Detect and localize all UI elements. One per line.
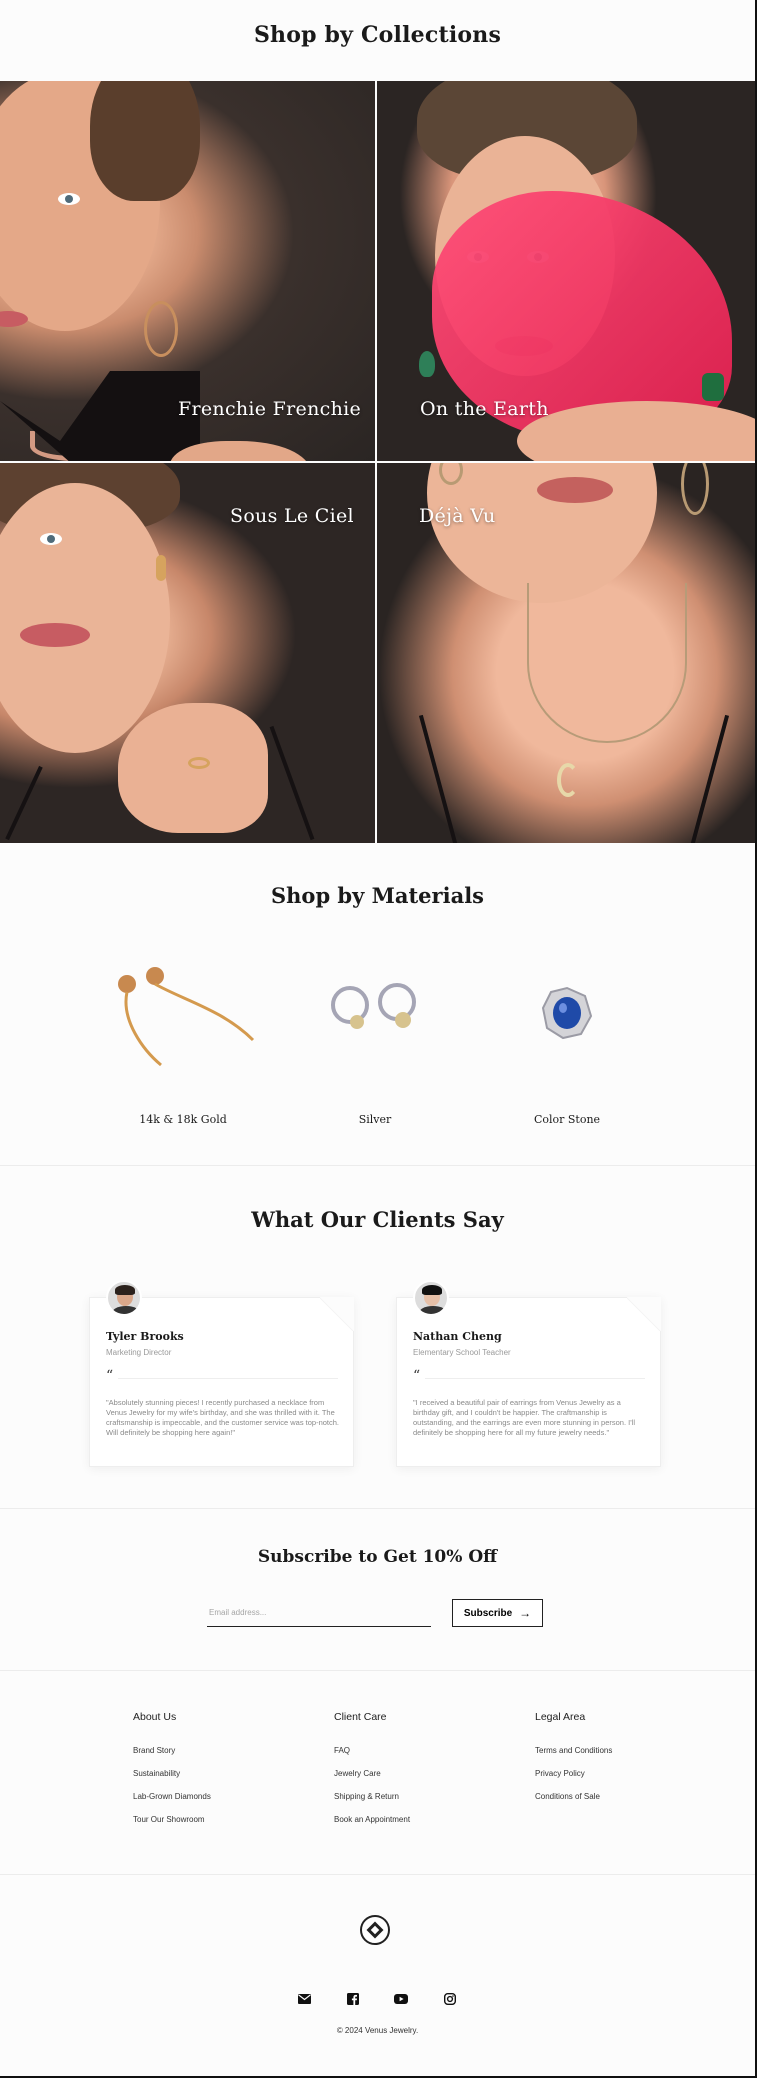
collection-tile-on-the-earth[interactable]: On the Earth <box>377 81 755 461</box>
color-stone-ring-image <box>477 940 657 1080</box>
footer-link[interactable]: Sustainability <box>133 1769 333 1778</box>
divider <box>118 1378 338 1379</box>
gold-earrings-icon <box>118 967 255 1067</box>
subscribe-button[interactable]: Subscribe → <box>452 1599 543 1627</box>
footer-link[interactable]: Terms and Conditions <box>535 1746 735 1755</box>
dress-strap <box>269 725 315 841</box>
material-label: Silver <box>358 1113 392 1126</box>
collections-grid: Frenchie Frenchie On the Earth Sous Le C <box>0 81 755 843</box>
collection-tile-frenchie-frenchie[interactable]: Frenchie Frenchie <box>0 81 375 461</box>
gold-earrings-image <box>93 940 273 1080</box>
page: Shop by Collections Frenchie Frenchie On… <box>0 0 757 2078</box>
dress-strap <box>688 714 730 843</box>
hoop-earring <box>144 301 178 357</box>
email-input[interactable] <box>207 1599 431 1627</box>
footer-column-client-care: Client Care FAQ Jewelry Care Shipping & … <box>334 1711 534 1838</box>
collection-tile-deja-vu[interactable]: Déjà Vu <box>377 463 755 843</box>
dress-strap <box>418 714 460 843</box>
silver-earrings-image <box>285 940 465 1080</box>
quote-mark-icon: “ <box>413 1368 421 1384</box>
copyright-text: © 2024 Venus Jewelry. <box>336 2026 419 2035</box>
material-label: 14k & 18k Gold <box>139 1113 227 1126</box>
model-lips <box>20 623 90 647</box>
sapphire-ring-icon <box>541 986 593 1040</box>
necklace-chain <box>527 583 687 743</box>
footer-link[interactable]: Privacy Policy <box>535 1769 735 1778</box>
testimonial-role: Marketing Director <box>106 1348 172 1357</box>
materials-title: Shop by Materials <box>271 883 484 908</box>
model-eye <box>58 193 80 205</box>
model-hair <box>90 81 200 201</box>
subscribe-button-label: Subscribe <box>463 1607 513 1619</box>
footer-link[interactable]: Jewelry Care <box>334 1769 534 1778</box>
footer-link[interactable]: Brand Story <box>133 1746 333 1755</box>
footer-column-legal: Legal Area Terms and Conditions Privacy … <box>535 1711 735 1815</box>
footer-link[interactable]: Conditions of Sale <box>535 1792 735 1801</box>
social-links <box>297 1992 457 2006</box>
gold-ring <box>188 757 210 769</box>
avatar <box>413 1280 449 1316</box>
collection-label: Déjà Vu <box>419 505 496 527</box>
section-divider <box>0 1874 755 1875</box>
dress-strap <box>5 765 43 841</box>
section-divider <box>0 1165 755 1166</box>
collection-label: Frenchie Frenchie <box>178 398 362 420</box>
gold-earring <box>156 555 166 581</box>
footer-heading: About Us <box>133 1711 177 1723</box>
collection-tile-sous-le-ciel[interactable]: Sous Le Ciel <box>0 463 375 843</box>
section-divider <box>0 1508 755 1509</box>
testimonial-name: Nathan Cheng <box>413 1330 502 1343</box>
footer-link[interactable]: Lab-Grown Diamonds <box>133 1792 333 1801</box>
material-gold[interactable]: 14k & 18k Gold <box>93 940 273 1140</box>
material-label: Color Stone <box>533 1113 601 1126</box>
silver-earrings-icon <box>331 983 416 1029</box>
material-color-stone[interactable]: Color Stone <box>477 940 657 1140</box>
collections-title: Shop by Collections <box>253 22 502 48</box>
testimonial-card: Tyler Brooks Marketing Director “ "Absol… <box>89 1280 354 1467</box>
collection-label: On the Earth <box>420 398 549 420</box>
testimonial-card: Nathan Cheng Elementary School Teacher “… <box>396 1280 661 1467</box>
testimonials-title: What Our Clients Say <box>251 1207 504 1232</box>
model-eye <box>40 533 62 545</box>
footer-heading: Legal Area <box>535 1711 586 1723</box>
green-ring <box>702 373 724 401</box>
avatar <box>106 1280 142 1316</box>
mail-icon[interactable] <box>297 1992 311 2006</box>
leaf-earring <box>419 351 435 377</box>
testimonial-role: Elementary School Teacher <box>413 1348 511 1357</box>
hoop-earring <box>681 463 709 515</box>
subscribe-title: Subscribe to Get 10% Off <box>257 1547 498 1567</box>
footer-link[interactable]: Tour Our Showroom <box>133 1815 333 1824</box>
divider <box>425 1378 645 1379</box>
arrow-right-icon: → <box>519 1606 532 1620</box>
material-silver[interactable]: Silver <box>285 940 465 1140</box>
footer-heading: Client Care <box>334 1711 387 1723</box>
youtube-icon[interactable] <box>394 1992 409 2006</box>
testimonial-text: "Absolutely stunning pieces! I recently … <box>106 1398 340 1437</box>
moon-pendant <box>557 763 579 797</box>
testimonial-text: "I received a beautiful pair of earrings… <box>413 1398 635 1437</box>
testimonial-name: Tyler Brooks <box>106 1330 184 1343</box>
quote-mark-icon: “ <box>106 1368 114 1384</box>
brand-logo-icon[interactable] <box>360 1915 390 1945</box>
footer-link[interactable]: FAQ <box>334 1746 534 1755</box>
footer-link[interactable]: Shipping & Return <box>334 1792 534 1801</box>
footer-column-about: About Us Brand Story Sustainability Lab-… <box>133 1711 333 1838</box>
model-lips <box>537 477 613 503</box>
facebook-icon[interactable] <box>346 1992 360 2006</box>
footer-link[interactable]: Book an Appointment <box>334 1815 534 1824</box>
instagram-icon[interactable] <box>443 1992 457 2006</box>
section-divider <box>0 1670 755 1671</box>
model-lips <box>0 311 28 327</box>
collection-label: Sous Le Ciel <box>230 505 354 527</box>
